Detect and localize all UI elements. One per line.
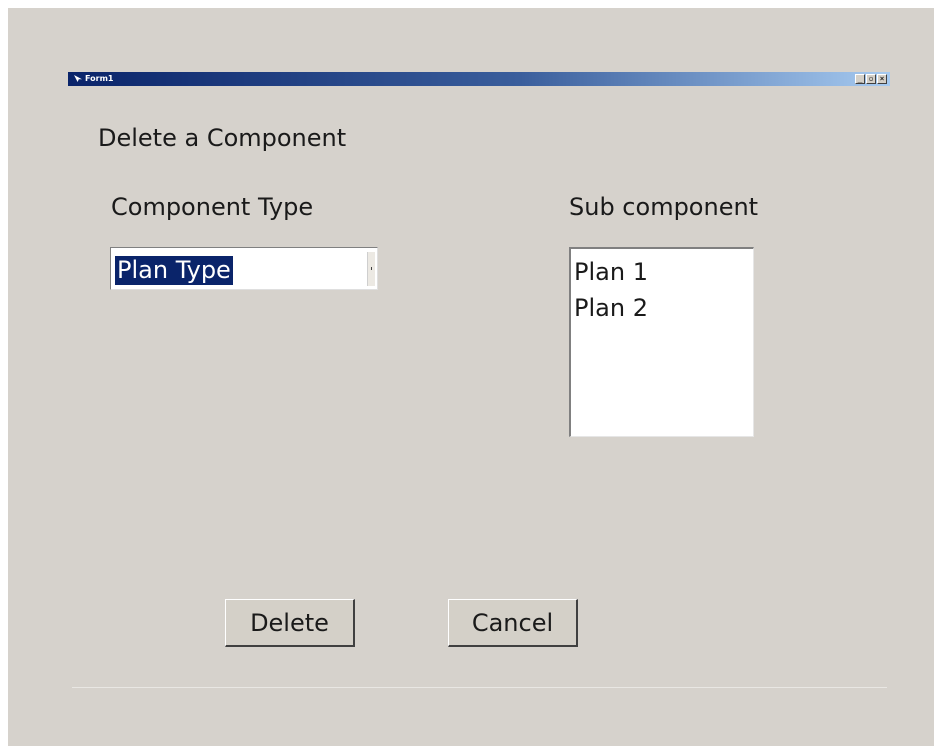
cancel-button[interactable]: Cancel: [448, 599, 578, 647]
caption-buttons: _ ▫ ×: [855, 74, 887, 84]
window-title: Form1: [85, 74, 114, 83]
component-type-label: Component Type: [111, 193, 314, 221]
component-type-selected-value: Plan Type: [115, 256, 233, 285]
maximize-button[interactable]: ▫: [866, 74, 876, 84]
list-item[interactable]: Plan 2: [574, 293, 648, 323]
form-heading: Delete a Component: [98, 124, 347, 152]
close-button[interactable]: ×: [877, 74, 887, 84]
title-bar[interactable]: Form1 _ ▫ ×: [68, 72, 890, 86]
sub-component-listbox[interactable]: Plan 1 Plan 2: [569, 247, 754, 437]
dropdown-arrow-icon[interactable]: [367, 252, 375, 286]
delete-button[interactable]: Delete: [225, 599, 355, 647]
sub-component-label: Sub component: [569, 193, 759, 221]
list-item[interactable]: Plan 1: [574, 257, 648, 287]
component-type-combobox[interactable]: Plan Type: [110, 247, 378, 290]
divider: [72, 687, 887, 688]
minimize-button[interactable]: _: [855, 74, 865, 84]
form-icon: [74, 75, 82, 82]
